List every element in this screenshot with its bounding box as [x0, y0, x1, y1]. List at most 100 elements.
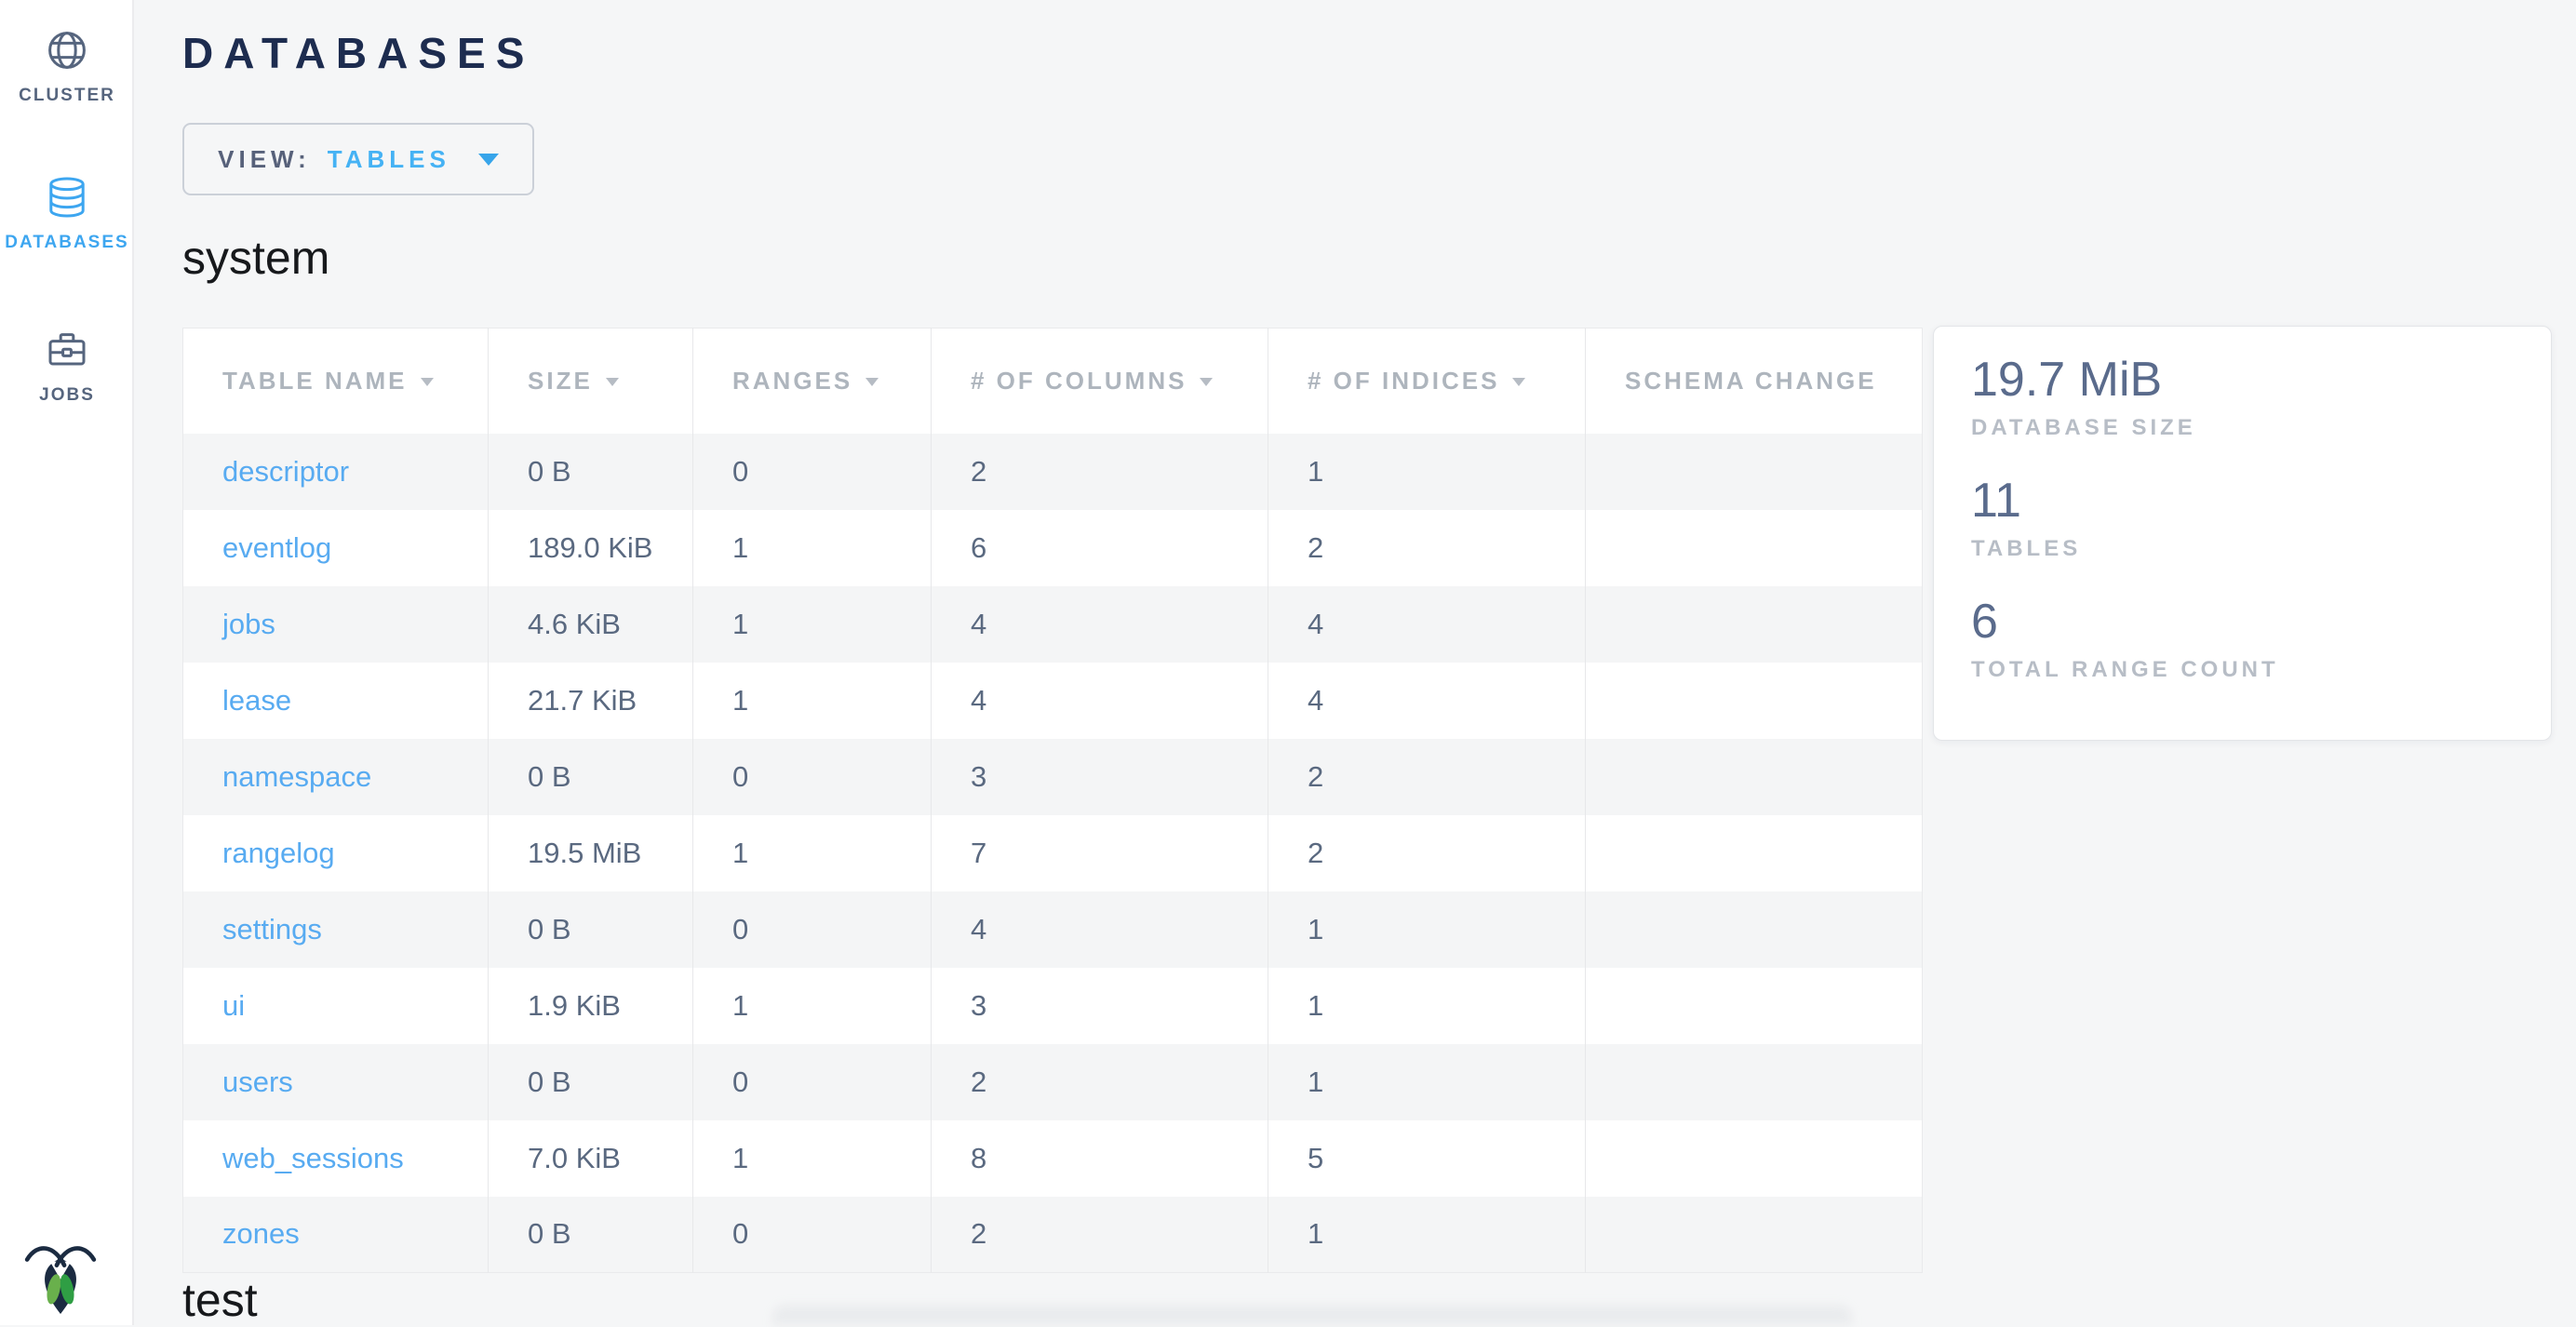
- table-name-link[interactable]: eventlog: [222, 531, 331, 564]
- column-header-table-name[interactable]: TABLE NAME: [183, 328, 489, 434]
- table-cell: [1586, 663, 1923, 739]
- table-row: web_sessions7.0 KiB185: [183, 1120, 1923, 1197]
- table-cell: 1: [1268, 968, 1586, 1044]
- table-row: users0 B021: [183, 1044, 1923, 1120]
- sort-arrow-icon: [865, 378, 879, 386]
- table-cell: 189.0 KiB: [489, 510, 693, 586]
- table-cell: [1586, 1197, 1923, 1273]
- table-cell: [1586, 1044, 1923, 1120]
- table-cell: 5: [1268, 1120, 1586, 1197]
- view-selector[interactable]: VIEW: TABLES: [182, 123, 534, 195]
- table-cell: 2: [1268, 739, 1586, 815]
- table-row: eventlog189.0 KiB162: [183, 510, 1923, 586]
- table-cell: [1586, 739, 1923, 815]
- table-cell: 1: [1268, 434, 1586, 510]
- table-cell: 1: [1268, 1044, 1586, 1120]
- table-name-link[interactable]: users: [222, 1066, 293, 1098]
- stat-label: TABLES: [1971, 535, 2514, 563]
- column-header--of-indices[interactable]: # OF INDICES: [1268, 328, 1586, 434]
- table-cell: 1: [693, 1120, 932, 1197]
- column-header-schema-change: SCHEMA CHANGE: [1586, 328, 1923, 434]
- database-section-title-test: test: [182, 1273, 258, 1327]
- table-cell: web_sessions: [183, 1120, 489, 1197]
- view-selector-label: VIEW:: [218, 145, 311, 174]
- table-cell: 1: [693, 663, 932, 739]
- table-name-link[interactable]: web_sessions: [222, 1142, 404, 1174]
- table-cell: lease: [183, 663, 489, 739]
- table-cell: [1586, 1120, 1923, 1197]
- tables-table: TABLE NAME SIZE RANGES # OF COLUMNS # OF IND…: [182, 328, 1923, 1273]
- table-cell: 4: [1268, 586, 1586, 663]
- table-cell: 4.6 KiB: [489, 586, 693, 663]
- table-name-link[interactable]: settings: [222, 913, 322, 945]
- table-cell: eventlog: [183, 510, 489, 586]
- table-cell: zones: [183, 1197, 489, 1273]
- table-cell: 0 B: [489, 434, 693, 510]
- column-header-ranges[interactable]: RANGES: [693, 328, 932, 434]
- table-cell: 8: [932, 1120, 1268, 1197]
- column-header-label: RANGES: [732, 367, 852, 395]
- table-cell: 0: [693, 434, 932, 510]
- table-cell: 7: [932, 815, 1268, 891]
- table-cell: [1586, 968, 1923, 1044]
- table-cell: [1586, 434, 1923, 510]
- table-name-link[interactable]: descriptor: [222, 455, 349, 488]
- table-cell: 1: [693, 815, 932, 891]
- page-title: DATABASES: [182, 28, 534, 78]
- table-cell: 0 B: [489, 1044, 693, 1120]
- table-cell: ui: [183, 968, 489, 1044]
- sidebar-item-jobs[interactable]: JOBS: [0, 328, 134, 406]
- table-row: namespace 0 B032: [183, 739, 1923, 815]
- table-cell: 4: [932, 586, 1268, 663]
- table-cell: users: [183, 1044, 489, 1120]
- table-cell: 3: [932, 968, 1268, 1044]
- sidebar-item-cluster[interactable]: CLUSTER: [0, 28, 134, 106]
- table-cell: 1.9 KiB: [489, 968, 693, 1044]
- table-cell: descriptor: [183, 434, 489, 510]
- cockroachdb-logo[interactable]: [22, 1240, 99, 1316]
- summary-stat: 19.7 MiBDATABASE SIZE: [1971, 351, 2514, 442]
- table-cell: [1586, 815, 1923, 891]
- sidebar-item-label: DATABASES: [5, 233, 128, 253]
- table-cell: 0 B: [489, 1197, 693, 1273]
- database-icon: [45, 175, 89, 220]
- table-cell: 19.5 MiB: [489, 815, 693, 891]
- table-name-link[interactable]: rangelog: [222, 837, 335, 869]
- table-name-link[interactable]: ui: [222, 989, 245, 1022]
- table-row: ui1.9 KiB131: [183, 968, 1923, 1044]
- stat-label: DATABASE SIZE: [1971, 414, 2514, 442]
- summary-stat: 6TOTAL RANGE COUNT: [1971, 593, 2514, 684]
- stat-value: 6: [1971, 593, 2514, 650]
- table-cell: 0 B: [489, 891, 693, 968]
- table-cell: 1: [1268, 1197, 1586, 1273]
- table-cell: [1586, 510, 1923, 586]
- table-cell: 6: [932, 510, 1268, 586]
- sort-arrow-icon: [1200, 378, 1213, 386]
- column-header-size[interactable]: SIZE: [489, 328, 693, 434]
- stat-value: 11: [1971, 472, 2514, 529]
- table-cell: 21.7 KiB: [489, 663, 693, 739]
- column-header-label: # OF INDICES: [1308, 367, 1499, 395]
- table-cell: 0: [693, 739, 932, 815]
- table-cell: 0 B: [489, 739, 693, 815]
- table-cell: 0: [693, 891, 932, 968]
- column-header--of-columns[interactable]: # OF COLUMNS: [932, 328, 1268, 434]
- table-name-link[interactable]: jobs: [222, 608, 275, 640]
- table-cell: 2: [932, 434, 1268, 510]
- sidebar: CLUSTER DATABASES JOBS: [0, 0, 134, 1325]
- table-name-link[interactable]: namespace: [222, 760, 371, 793]
- table-cell: 3: [932, 739, 1268, 815]
- sidebar-item-databases[interactable]: DATABASES: [0, 175, 134, 253]
- table-name-link[interactable]: lease: [222, 684, 291, 717]
- sort-arrow-icon: [1512, 378, 1525, 386]
- database-section-title-system: system: [182, 231, 329, 285]
- sort-arrow-icon: [421, 378, 434, 386]
- column-header-label: # OF COLUMNS: [971, 367, 1187, 395]
- table-name-link[interactable]: zones: [222, 1217, 300, 1250]
- table-cell: 1: [1268, 891, 1586, 968]
- table-row: settings0 B041: [183, 891, 1923, 968]
- table-row: lease21.7 KiB144: [183, 663, 1923, 739]
- sidebar-item-label: CLUSTER: [19, 86, 115, 106]
- column-header-label: SIZE: [528, 367, 593, 395]
- table-header-row: TABLE NAME SIZE RANGES # OF COLUMNS # OF IND…: [183, 328, 1923, 434]
